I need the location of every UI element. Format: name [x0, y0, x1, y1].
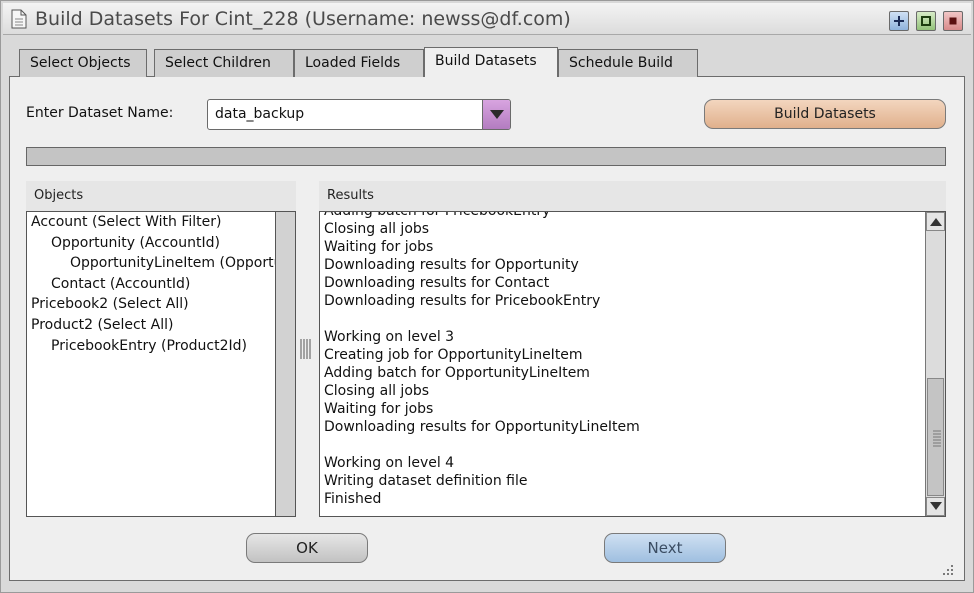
close-icon: [949, 17, 957, 25]
maximize-button[interactable]: [889, 11, 909, 31]
tree-item-account[interactable]: Account (Select With Filter): [31, 214, 221, 230]
tab-build-datasets[interactable]: Build Datasets: [424, 47, 558, 77]
dataset-name-label: Enter Dataset Name:: [26, 105, 174, 121]
plus-icon: [894, 16, 904, 26]
objects-scrollbar[interactable]: [276, 211, 296, 517]
log-line: Working on level 3: [324, 329, 455, 345]
progress-bar: [26, 147, 946, 166]
restore-button[interactable]: [916, 11, 936, 31]
tree-item-pricebook2[interactable]: Pricebook2 (Select All): [31, 296, 189, 312]
results-scrollbar[interactable]: [925, 212, 945, 516]
ok-button[interactable]: OK: [246, 533, 368, 563]
log-line: Waiting for jobs: [324, 239, 434, 255]
tree-item-pricebookentry[interactable]: PricebookEntry (Product2Id): [51, 338, 247, 354]
splitter-grip-icon[interactable]: [299, 337, 313, 361]
log-line: Downloading results for Contact: [324, 275, 550, 291]
scroll-up-button[interactable]: [926, 212, 945, 231]
log-line: Finished: [324, 491, 382, 507]
log-line: Downloading results for Opportunity: [324, 257, 579, 273]
tab-schedule-build[interactable]: Schedule Build: [558, 49, 698, 77]
dataset-name-combobox[interactable]: data_backup: [207, 99, 511, 130]
results-header: Results: [319, 181, 946, 211]
log-line: Downloading results for PricebookEntry: [324, 293, 601, 309]
tree-item-contact[interactable]: Contact (AccountId): [51, 276, 190, 292]
log-line: Writing dataset definition file: [324, 473, 528, 489]
objects-header: Objects: [26, 181, 296, 211]
dropdown-button[interactable]: [482, 100, 510, 129]
tab-bar: Select Objects Select Children Loaded Fi…: [19, 47, 719, 77]
tab-label: Build Datasets: [435, 53, 537, 69]
log-line: Closing all jobs: [324, 221, 430, 237]
close-button[interactable]: [943, 11, 963, 31]
next-button[interactable]: Next: [604, 533, 726, 563]
window-title: Build Datasets For Cint_228 (Username: n…: [35, 8, 571, 30]
tab-loaded-fields[interactable]: Loaded Fields: [294, 49, 424, 77]
tab-label: Select Children: [165, 55, 271, 71]
dataset-name-value[interactable]: data_backup: [215, 106, 304, 122]
grip-icon: [933, 430, 941, 447]
build-datasets-window: Build Datasets For Cint_228 (Username: n…: [0, 0, 974, 593]
tab-label: Schedule Build: [569, 55, 673, 71]
chevron-down-icon: [490, 110, 504, 119]
log-line: Working on level 4: [324, 455, 455, 471]
tab-label: Loaded Fields: [305, 55, 401, 71]
tree-item-opportunitylineitem[interactable]: OpportunityLineItem (Opportu: [70, 255, 275, 271]
scroll-thumb[interactable]: [927, 378, 944, 496]
log-line: Creating job for OpportunityLineItem: [324, 347, 583, 363]
tab-select-children[interactable]: Select Children: [154, 49, 294, 77]
tree-item-opportunity[interactable]: Opportunity (AccountId): [51, 235, 220, 251]
objects-tree[interactable]: Account (Select With Filter) Opportunity…: [26, 211, 276, 517]
resize-grip-icon[interactable]: [941, 563, 955, 575]
tab-label: Select Objects: [30, 55, 131, 71]
log-line: Adding batch for PricebookEntry: [324, 211, 551, 219]
log-line: Downloading results for OpportunityLineI…: [324, 419, 640, 435]
build-datasets-button[interactable]: Build Datasets: [704, 99, 946, 129]
triangle-up-icon: [930, 218, 942, 226]
log-line: Waiting for jobs: [324, 401, 434, 417]
tree-item-product2[interactable]: Product2 (Select All): [31, 317, 173, 333]
log-line: Closing all jobs: [324, 383, 430, 399]
scroll-down-button[interactable]: [926, 497, 945, 516]
triangle-down-icon: [930, 502, 942, 510]
square-icon: [921, 16, 931, 26]
tab-select-objects[interactable]: Select Objects: [19, 49, 147, 77]
title-bar[interactable]: Build Datasets For Cint_228 (Username: n…: [3, 3, 971, 35]
log-line: Adding batch for OpportunityLineItem: [324, 365, 590, 381]
document-icon: [11, 9, 27, 29]
results-log[interactable]: Adding batch for PricebookEntry Closing …: [319, 211, 946, 517]
